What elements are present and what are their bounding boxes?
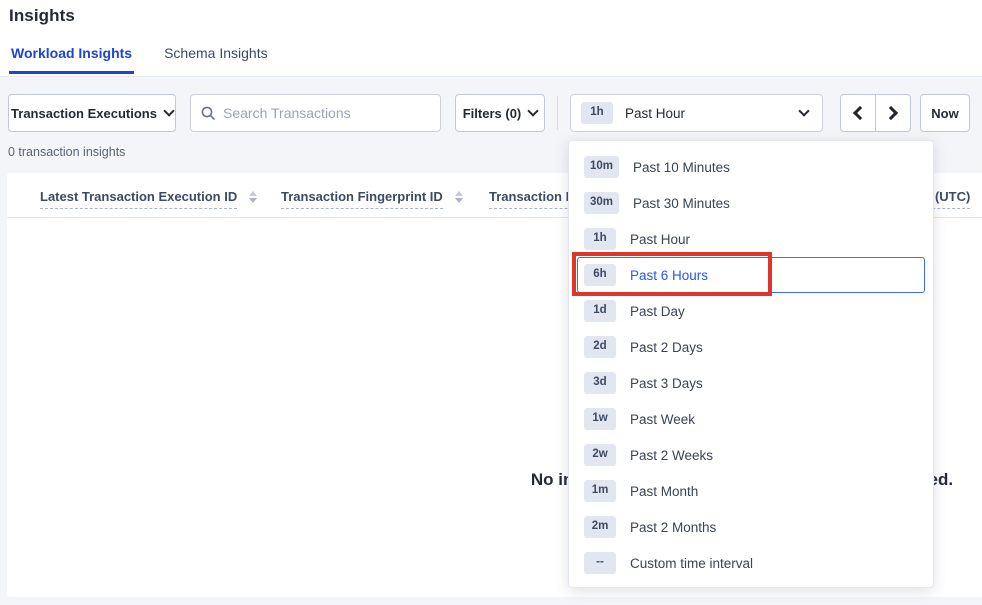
time-option-past-30-minutes[interactable]: 30m Past 30 Minutes (577, 185, 925, 221)
toolbar-divider (557, 96, 558, 130)
search-input[interactable] (223, 105, 430, 121)
chevron-down-icon (798, 105, 809, 116)
time-option-past-2-months[interactable]: 2m Past 2 Months (577, 509, 925, 545)
insights-count: 0 transaction insights (8, 145, 125, 159)
execution-type-select[interactable]: Transaction Executions (8, 94, 176, 132)
previous-range-button[interactable] (840, 94, 876, 132)
time-interval-badge: 1h (581, 102, 613, 124)
time-option-past-day[interactable]: 1d Past Day (577, 293, 925, 329)
time-option-past-6-hours[interactable]: 6h Past 6 Hours (577, 257, 925, 293)
chevron-left-icon (853, 106, 867, 120)
column-header-fingerprint-id[interactable]: Transaction Fingerprint ID (281, 189, 463, 209)
filters-label: Filters (0) (463, 106, 522, 121)
sort-icon[interactable] (249, 191, 257, 203)
search-icon (201, 106, 215, 120)
time-interval-label: Past Hour (625, 106, 685, 121)
now-button[interactable]: Now (920, 94, 970, 132)
time-option-past-hour[interactable]: 1h Past Hour (577, 221, 925, 257)
search-box[interactable] (190, 94, 441, 132)
tab-workload-insights[interactable]: Workload Insights (9, 43, 134, 74)
next-range-button[interactable] (875, 94, 911, 132)
time-option-past-3-days[interactable]: 3d Past 3 Days (577, 365, 925, 401)
chevron-right-icon (884, 106, 898, 120)
now-label: Now (931, 106, 958, 121)
time-option-past-10-minutes[interactable]: 10m Past 10 Minutes (577, 149, 925, 185)
time-interval-select[interactable]: 1h Past Hour (570, 94, 823, 132)
time-option-past-month[interactable]: 1m Past Month (577, 473, 925, 509)
page-header: Insights Workload Insights Schema Insigh… (0, 0, 982, 77)
chevron-down-icon (163, 105, 174, 116)
execution-type-label: Transaction Executions (11, 106, 157, 121)
time-interval-dropdown: 10m Past 10 Minutes 30m Past 30 Minutes … (568, 140, 934, 588)
sort-icon[interactable] (455, 191, 463, 203)
time-option-past-week[interactable]: 1w Past Week (577, 401, 925, 437)
time-option-past-2-weeks[interactable]: 2w Past 2 Weeks (577, 437, 925, 473)
time-option-custom-interval[interactable]: -- Custom time interval (577, 545, 925, 581)
tab-schema-insights[interactable]: Schema Insights (162, 43, 270, 74)
filters-button[interactable]: Filters (0) (455, 94, 545, 132)
insights-page: Insights Workload Insights Schema Insigh… (0, 0, 982, 605)
column-header-latest-execution-id[interactable]: Latest Transaction Execution ID (40, 189, 257, 209)
time-range-nav (840, 94, 911, 132)
chevron-down-icon (528, 105, 539, 116)
time-option-past-2-days[interactable]: 2d Past 2 Days (577, 329, 925, 365)
page-title: Insights (9, 6, 75, 26)
tab-bar: Workload Insights Schema Insights (0, 43, 270, 77)
